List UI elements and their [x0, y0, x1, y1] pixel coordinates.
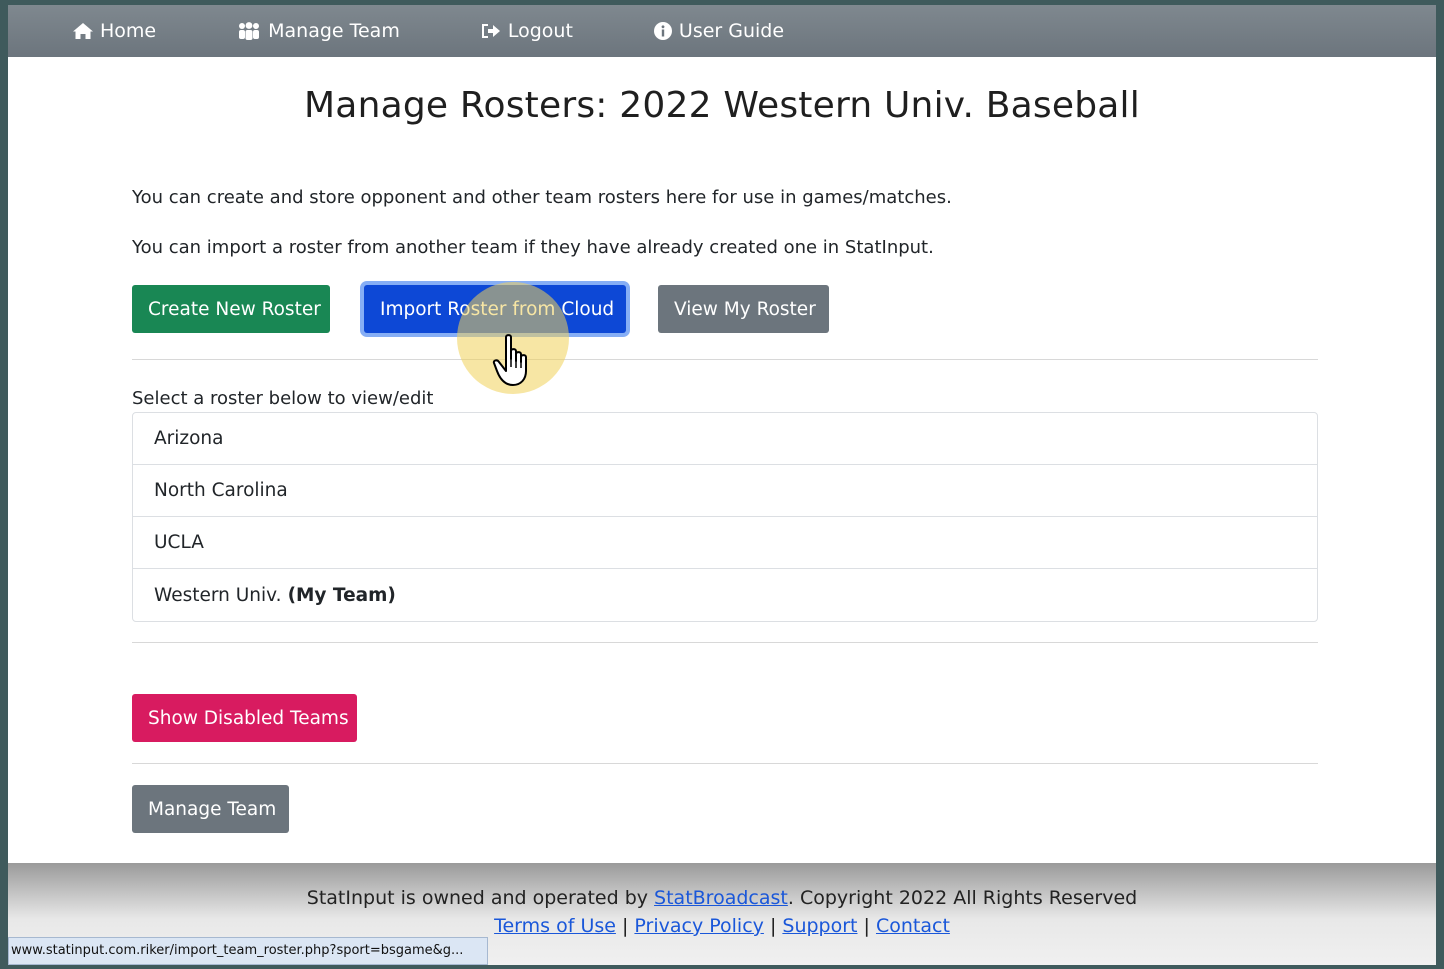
statbroadcast-link[interactable]: StatBroadcast: [654, 887, 788, 909]
roster-item-ucla[interactable]: UCLA: [133, 517, 1317, 569]
page-title: Manage Rosters: 2022 Western Univ. Baseb…: [304, 85, 1140, 126]
intro-text-import: You can import a roster from another tea…: [132, 237, 934, 258]
roster-name: North Carolina: [154, 480, 288, 501]
nav-home-label: Home: [100, 20, 157, 42]
show-disabled-teams-button[interactable]: Show Disabled Teams: [132, 694, 357, 742]
roster-name: UCLA: [154, 532, 204, 553]
terms-of-use-link[interactable]: Terms of Use: [494, 915, 616, 937]
nav-user-guide-label: User Guide: [678, 20, 785, 42]
users-icon: [239, 22, 260, 40]
home-icon: [73, 23, 93, 39]
support-link[interactable]: Support: [782, 915, 857, 937]
my-team-tag: (My Team): [287, 584, 396, 606]
roster-list-label: Select a roster below to view/edit: [132, 388, 434, 409]
footer-sep: |: [857, 915, 876, 937]
nav-logout-label: Logout: [507, 20, 573, 42]
nav-manage-team[interactable]: Manage Team: [236, 20, 400, 42]
view-my-roster-button[interactable]: View My Roster: [658, 285, 829, 333]
roster-item-western-univ[interactable]: Western Univ. (My Team): [133, 569, 1317, 621]
import-roster-from-cloud-button[interactable]: Import Roster from Cloud: [364, 285, 626, 333]
logout-icon: [481, 24, 500, 38]
footer-sep: |: [763, 915, 783, 937]
nav-manage-team-label: Manage Team: [268, 20, 400, 42]
footer-links: Terms of Use | Privacy Policy | Support …: [8, 915, 1436, 937]
top-navbar: Home Manage Team Logout User Guide: [8, 5, 1436, 57]
roster-item-arizona[interactable]: Arizona: [133, 413, 1317, 465]
info-icon: [653, 22, 672, 40]
browser-status-url: www.statinput.com.riker/import_team_rost…: [8, 937, 488, 965]
footer-suffix: . Copyright 2022 All Rights Reserved: [787, 887, 1138, 909]
main-content: You can create and store opponent and ot…: [132, 185, 1318, 833]
nav-logout[interactable]: Logout: [480, 20, 573, 42]
footer-sep: |: [615, 915, 635, 937]
nav-user-guide[interactable]: User Guide: [653, 20, 784, 42]
intro-text-create: You can create and store opponent and ot…: [132, 187, 952, 208]
manage-team-button[interactable]: Manage Team: [132, 785, 289, 833]
roster-list: Arizona North Carolina UCLA Western Univ…: [132, 412, 1318, 622]
footer-copyright: StatInput is owned and operated by StatB…: [8, 887, 1436, 909]
contact-link[interactable]: Contact: [876, 915, 950, 937]
divider: [132, 763, 1318, 764]
roster-name: Western Univ.: [154, 584, 282, 606]
divider: [132, 359, 1318, 360]
nav-home[interactable]: Home: [72, 20, 156, 42]
roster-item-north-carolina[interactable]: North Carolina: [133, 465, 1317, 517]
action-buttons: Create New Roster Import Roster from Clo…: [132, 285, 1318, 333]
privacy-policy-link[interactable]: Privacy Policy: [634, 915, 763, 937]
create-new-roster-button[interactable]: Create New Roster: [132, 285, 330, 333]
footer-prefix: StatInput is owned and operated by: [306, 887, 655, 909]
roster-name: Arizona: [154, 428, 224, 449]
divider: [132, 642, 1318, 643]
browser-page: Home Manage Team Logout User Guide Manag…: [8, 5, 1436, 965]
